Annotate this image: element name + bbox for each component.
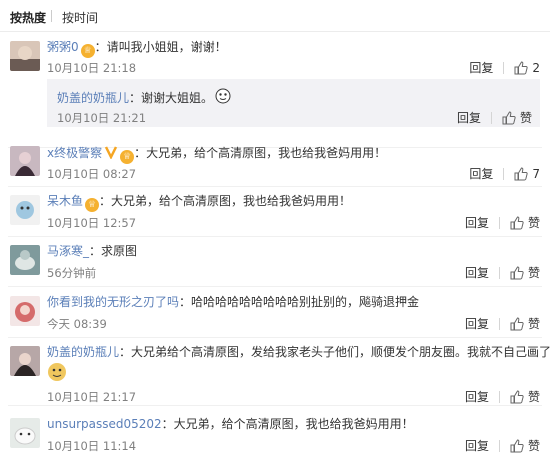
comment-text: ：请叫我小姐姐，谢谢！ bbox=[94, 40, 227, 54]
reply-text: ：谢谢大姐姐。 bbox=[129, 91, 214, 105]
comment-actions: 回复 赞 bbox=[465, 388, 540, 405]
comment-text: ：大兄弟给个高清原图，发给我家老头子他们，顺便发个朋友圈。我就不自己画了。 bbox=[119, 345, 550, 359]
comment-item: 呆木鱼 ♕ ：大兄弟，给个高清原图，我也给我爸妈用用！ 10月10日 12:57 回… bbox=[0, 187, 550, 237]
like-button[interactable]: 2 bbox=[514, 61, 540, 75]
like-button[interactable]: 赞 bbox=[502, 109, 532, 126]
reply-button[interactable]: 回复 bbox=[465, 388, 489, 405]
reply-button[interactable]: 回复 bbox=[457, 109, 481, 126]
comment-time: 10月10日 08:27 bbox=[47, 167, 137, 181]
like-label: 赞 bbox=[519, 111, 532, 125]
comment-actions: 回复 7 bbox=[469, 165, 540, 182]
comment-text: ：求原图 bbox=[89, 244, 138, 258]
avatar[interactable] bbox=[10, 418, 40, 448]
reply-username[interactable]: 奶盖的奶瓶儿 bbox=[57, 91, 129, 105]
reply-button[interactable]: 回复 bbox=[469, 165, 493, 182]
comment-actions: 回复 赞 bbox=[465, 264, 540, 281]
comment-item: 粥粥0 ♕ ：请叫我小姐姐，谢谢！ 10月10日 21:18 回复 2 奶盖的奶瓶儿… bbox=[0, 33, 550, 148]
comment-time: 10月10日 12:57 bbox=[47, 216, 137, 230]
vip-badge-icon: ♕ bbox=[80, 44, 95, 58]
like-button[interactable]: 赞 bbox=[510, 315, 540, 332]
sort-bar: 按热度 按时间 bbox=[0, 0, 550, 32]
like-button[interactable]: 赞 bbox=[510, 264, 540, 281]
comment-time: 10月10日 11:14 bbox=[47, 439, 137, 453]
action-divider bbox=[498, 439, 500, 452]
avatar[interactable] bbox=[10, 296, 40, 326]
thumbs-up-icon bbox=[510, 438, 524, 452]
like-button[interactable]: 赞 bbox=[510, 214, 540, 231]
action-divider bbox=[503, 167, 505, 180]
reply-button[interactable]: 回复 bbox=[469, 59, 493, 76]
comment-time: 10月10日 21:18 bbox=[47, 61, 137, 75]
comment-actions: 回复 赞 bbox=[465, 214, 540, 231]
like-label: 赞 bbox=[527, 317, 540, 331]
sub-reply: 奶盖的奶瓶儿：谢谢大姐姐。 10月10日 21:21 回复 赞 bbox=[47, 79, 540, 127]
emoji-icon bbox=[215, 88, 231, 108]
comment-text: ：哈哈哈哈哈哈哈哈哈别扯别的，飚骑退押金 bbox=[179, 295, 420, 309]
avatar[interactable] bbox=[10, 41, 40, 71]
comment-item: 奶盖的奶瓶儿：大兄弟给个高清原图，发给我家老头子他们，顺便发个朋友圈。我就不自己… bbox=[0, 338, 550, 406]
like-label: 赞 bbox=[527, 266, 540, 280]
avatar[interactable] bbox=[10, 245, 40, 275]
vip-badge-icon: ♕ bbox=[85, 198, 100, 212]
comment-item: 你看到我的无形之刃了吗：哈哈哈哈哈哈哈哈哈别扯别的，飚骑退押金 今天 08:39… bbox=[0, 288, 550, 338]
like-label: 赞 bbox=[527, 390, 540, 404]
action-divider bbox=[498, 216, 500, 229]
comment-username[interactable]: unsurpassed05202 bbox=[47, 417, 162, 431]
comment-text: ：大兄弟，给个高清原图，我也给我爸妈用用！ bbox=[99, 194, 352, 208]
action-divider bbox=[498, 266, 500, 279]
thumbs-up-icon bbox=[502, 110, 516, 124]
comment-time: 10月10日 21:17 bbox=[47, 390, 137, 404]
avatar[interactable] bbox=[10, 195, 40, 225]
comment-actions: 回复 赞 bbox=[465, 315, 540, 332]
reply-time: 10月10日 21:21 bbox=[57, 111, 147, 125]
thumbs-up-icon bbox=[510, 389, 524, 403]
like-count: 7 bbox=[532, 166, 540, 181]
doge-emoji-icon bbox=[47, 362, 67, 385]
comment-item: 马涿寒_：求原图 56分钟前 回复 赞 bbox=[0, 237, 550, 287]
reply-button[interactable]: 回复 bbox=[465, 214, 489, 231]
like-button[interactable]: 赞 bbox=[510, 388, 540, 405]
like-button[interactable]: 7 bbox=[514, 167, 540, 181]
comment-text: ：大兄弟，给个高清原图，我也给我爸妈用用！ bbox=[161, 417, 414, 431]
sort-by-time-tab[interactable]: 按时间 bbox=[62, 9, 98, 26]
vip-badge-icon: ♕ bbox=[120, 150, 135, 164]
comment-actions: 回复 2 bbox=[469, 59, 540, 76]
thumbs-up-icon bbox=[510, 316, 524, 330]
divider bbox=[8, 405, 542, 406]
divider bbox=[8, 286, 542, 287]
reply-button[interactable]: 回复 bbox=[465, 315, 489, 332]
comment-text: ：大兄弟，给个高清原图，我也给我爸妈用用！ bbox=[134, 146, 387, 160]
verified-v-icon bbox=[104, 145, 118, 163]
avatar[interactable] bbox=[10, 146, 40, 176]
comment-username[interactable]: 马涿寒_ bbox=[47, 244, 89, 258]
reply-button[interactable]: 回复 bbox=[465, 437, 489, 454]
thumbs-up-icon bbox=[514, 60, 529, 74]
comment-username[interactable]: 你看到我的无形之刃了吗 bbox=[47, 295, 179, 309]
reply-actions: 回复 赞 bbox=[457, 109, 532, 126]
sort-by-hot-tab[interactable]: 按热度 bbox=[10, 9, 46, 26]
action-divider bbox=[498, 390, 500, 403]
comment-username[interactable]: x终极警察 bbox=[47, 146, 102, 160]
like-label: 赞 bbox=[527, 216, 540, 230]
comment-time: 今天 08:39 bbox=[47, 317, 107, 331]
like-label: 赞 bbox=[527, 439, 540, 453]
comment-username[interactable]: 呆木鱼 bbox=[47, 194, 83, 208]
comment-actions: 回复 赞 bbox=[465, 437, 540, 454]
reply-button[interactable]: 回复 bbox=[465, 264, 489, 281]
like-count: 2 bbox=[532, 60, 540, 75]
avatar[interactable] bbox=[10, 346, 40, 376]
sort-divider bbox=[51, 10, 52, 22]
like-button[interactable]: 赞 bbox=[510, 437, 540, 454]
comment-time: 56分钟前 bbox=[47, 266, 97, 280]
action-divider bbox=[498, 317, 500, 330]
thumbs-up-icon bbox=[514, 166, 529, 180]
thumbs-up-icon bbox=[510, 215, 524, 229]
comment-item: x终极警察 ♕ ：大兄弟，给个高清原图，我也给我爸妈用用！ 10月10日 08:27… bbox=[0, 139, 550, 187]
comment-item: unsurpassed05202：大兄弟，给个高清原图，我也给我爸妈用用！ 10… bbox=[0, 408, 550, 466]
action-divider bbox=[490, 111, 492, 124]
comment-username[interactable]: 粥粥0 bbox=[47, 40, 79, 54]
action-divider bbox=[503, 61, 505, 74]
comment-username[interactable]: 奶盖的奶瓶儿 bbox=[47, 345, 119, 359]
thumbs-up-icon bbox=[510, 265, 524, 279]
